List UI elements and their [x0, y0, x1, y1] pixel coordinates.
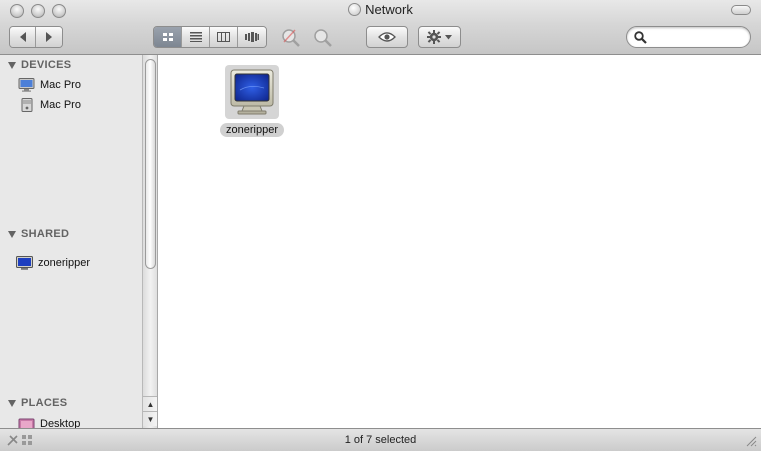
- sidebar-section-label: DEVICES: [21, 59, 72, 71]
- sidebar-section-devices[interactable]: DEVICES: [8, 59, 71, 71]
- search-icon: [634, 31, 647, 44]
- status-bar: 1 of 7 selected: [0, 428, 761, 451]
- sidebar-section-places[interactable]: PLACES: [8, 397, 67, 409]
- quick-look-button[interactable]: [366, 26, 408, 48]
- column-view-icon: [217, 32, 230, 42]
- desktop-folder-icon: [18, 418, 35, 428]
- list-view-button[interactable]: [182, 27, 210, 47]
- cover-flow-icon: [245, 32, 259, 42]
- sidebar-item-label: zoneripper: [38, 257, 90, 269]
- sidebar-section-label: PLACES: [21, 397, 68, 409]
- item-label: zoneripper: [220, 123, 284, 137]
- forward-button[interactable]: [36, 27, 62, 47]
- sidebar-scroll-thumb[interactable]: [145, 59, 156, 269]
- network-item-zoneripper[interactable]: zoneripper: [210, 65, 294, 137]
- view-mode-switcher: [153, 26, 267, 48]
- chevron-down-icon: [445, 34, 452, 39]
- sidebar: DEVICES Mac Pro Mac Pro SHARED zonerippe…: [0, 55, 158, 428]
- gear-icon: [427, 30, 441, 44]
- sidebar-item-label: Desktop: [40, 418, 81, 428]
- monitor-icon: [16, 256, 33, 270]
- column-view-button[interactable]: [210, 27, 238, 47]
- cover-flow-view-button[interactable]: [238, 27, 266, 47]
- window-title: Network: [0, 2, 761, 17]
- resize-grip-icon[interactable]: [745, 435, 757, 447]
- item-selection-highlight: [225, 65, 279, 119]
- sidebar-item-label: Mac Pro: [40, 79, 81, 91]
- back-button[interactable]: [10, 27, 36, 47]
- window-toolbar: Network: [0, 0, 761, 55]
- crt-monitor-icon: [230, 69, 274, 115]
- action-menu-button[interactable]: [418, 26, 461, 48]
- chevron-left-icon: [19, 32, 26, 42]
- disclosure-triangle-icon[interactable]: [8, 230, 16, 238]
- list-view-icon: [189, 32, 202, 42]
- chevron-right-icon: [46, 32, 52, 42]
- history-nav: [9, 26, 63, 48]
- search-input[interactable]: [651, 29, 745, 45]
- sidebar-item-desktop[interactable]: Desktop: [18, 415, 80, 428]
- disclosure-triangle-icon[interactable]: [8, 399, 16, 407]
- disclosure-triangle-icon[interactable]: [8, 61, 16, 69]
- disconnect-icon[interactable]: [280, 27, 302, 49]
- search-field[interactable]: [626, 26, 751, 48]
- scroll-up-button[interactable]: ▲: [143, 396, 157, 411]
- toolbar-toggle-button[interactable]: [731, 5, 751, 15]
- icon-view-button[interactable]: [154, 27, 182, 47]
- window-title-text: Network: [365, 2, 413, 17]
- sidebar-item-mac-pro[interactable]: Mac Pro: [18, 76, 81, 94]
- network-globe-icon: [348, 3, 362, 16]
- computer-icon: [18, 78, 35, 92]
- sidebar-item-mac-pro-disk[interactable]: Mac Pro: [18, 96, 81, 114]
- eye-icon: [378, 32, 396, 42]
- sidebar-item-label: Mac Pro: [40, 99, 81, 111]
- sidebar-section-shared[interactable]: SHARED: [8, 228, 69, 240]
- sidebar-item-zoneripper[interactable]: zoneripper: [16, 254, 90, 272]
- file-browser-area[interactable]: zoneripper: [159, 55, 761, 428]
- hard-drive-icon: [21, 98, 33, 112]
- selection-count: 1 of 7 selected: [344, 434, 417, 446]
- connect-search-icon[interactable]: [312, 27, 334, 49]
- sidebar-section-label: SHARED: [21, 228, 70, 240]
- scroll-down-button[interactable]: ▼: [143, 411, 157, 426]
- icon-view-icon: [162, 33, 173, 41]
